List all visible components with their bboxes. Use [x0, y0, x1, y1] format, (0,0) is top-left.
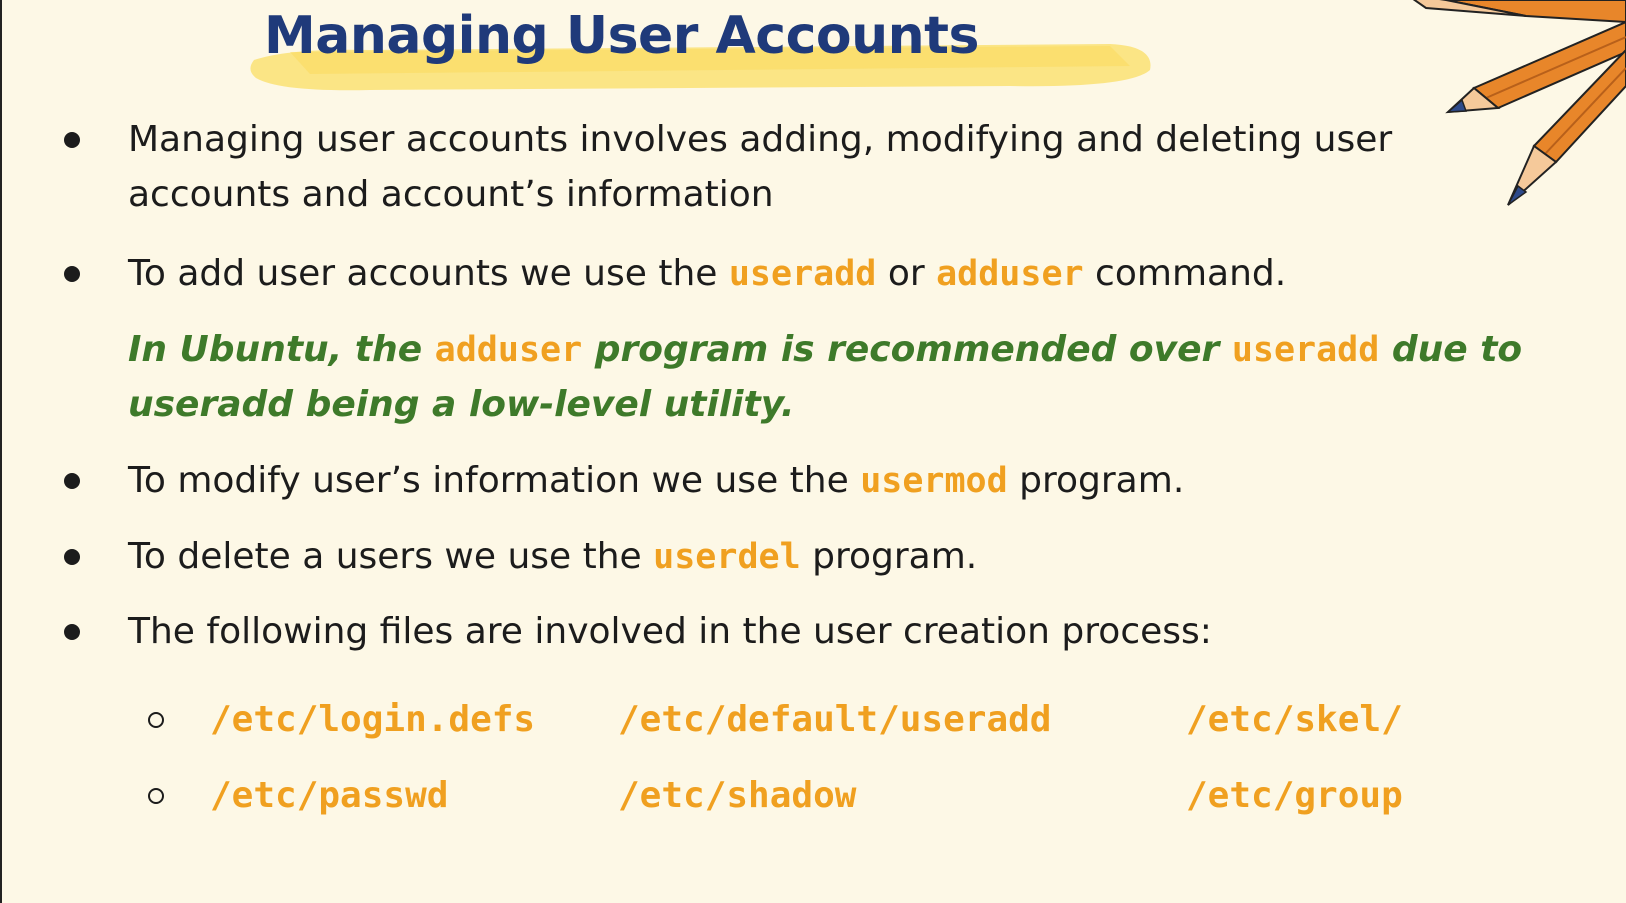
file-default-useradd: /etc/default/useradd — [618, 699, 1052, 740]
command-userdel: userdel — [653, 537, 801, 577]
bullet-text-2: To add user accounts we use the useradd … — [128, 246, 1286, 302]
file-group: /etc/group — [1186, 775, 1403, 816]
note-post: due to — [1379, 329, 1523, 370]
bullet-text-5: The following files are involved in the … — [128, 611, 1212, 652]
bullet-dot — [64, 132, 80, 148]
bullet-text-4-pre: To delete a users we use the — [128, 536, 654, 577]
file-skel: /etc/skel/ — [1186, 699, 1403, 740]
bullet-text-4: To delete a users we use the userdel pro… — [128, 529, 977, 585]
page-title: Managing User Accounts — [264, 6, 980, 66]
bullet-dot — [64, 266, 80, 282]
file-login-defs: /etc/login.defs — [210, 699, 536, 740]
bullet-text-4-post: program. — [800, 536, 978, 577]
slide: Managing User Accounts Managing user acc… — [0, 0, 1626, 903]
command-adduser: adduser — [936, 254, 1084, 294]
bullet-dot — [64, 549, 80, 565]
bullet-text-2-pre: To add user accounts we use the — [128, 253, 729, 294]
command-useradd: useradd — [728, 254, 877, 294]
title-area: Managing User Accounts — [250, 0, 1200, 95]
command-usermod: usermod — [860, 461, 1008, 501]
file-passwd: /etc/passwd — [210, 775, 449, 816]
ubuntu-note-line-1: In Ubuntu, the adduser program is recomm… — [128, 322, 1522, 378]
bullet-text-2-post: command. — [1083, 253, 1287, 294]
bullet-text-2-mid: or — [876, 253, 937, 294]
bullet-dot — [64, 624, 80, 640]
note-command-adduser: adduser — [434, 330, 583, 370]
note-pre: In Ubuntu, the — [128, 329, 435, 370]
sub-bullet-circle — [148, 712, 164, 728]
bullet-text-1-line-2: accounts and account’s information — [128, 174, 774, 215]
bullet-dot — [64, 473, 80, 489]
pencils-icon — [1412, 0, 1626, 206]
bullet-text-3: To modify user’s information we use the … — [128, 453, 1184, 509]
note-command-useradd: useradd — [1231, 330, 1380, 370]
bullet-text-1-line-1: Managing user accounts involves adding, … — [128, 119, 1393, 160]
note-mid: program is recommended over — [582, 329, 1232, 370]
ubuntu-note-line-2: useradd being a low-level utility. — [128, 384, 795, 425]
file-shadow: /etc/shadow — [618, 775, 857, 816]
sub-bullet-circle — [148, 788, 164, 804]
bullet-text-3-post: program. — [1007, 460, 1185, 501]
bullet-text-3-pre: To modify user’s information we use the — [128, 460, 861, 501]
